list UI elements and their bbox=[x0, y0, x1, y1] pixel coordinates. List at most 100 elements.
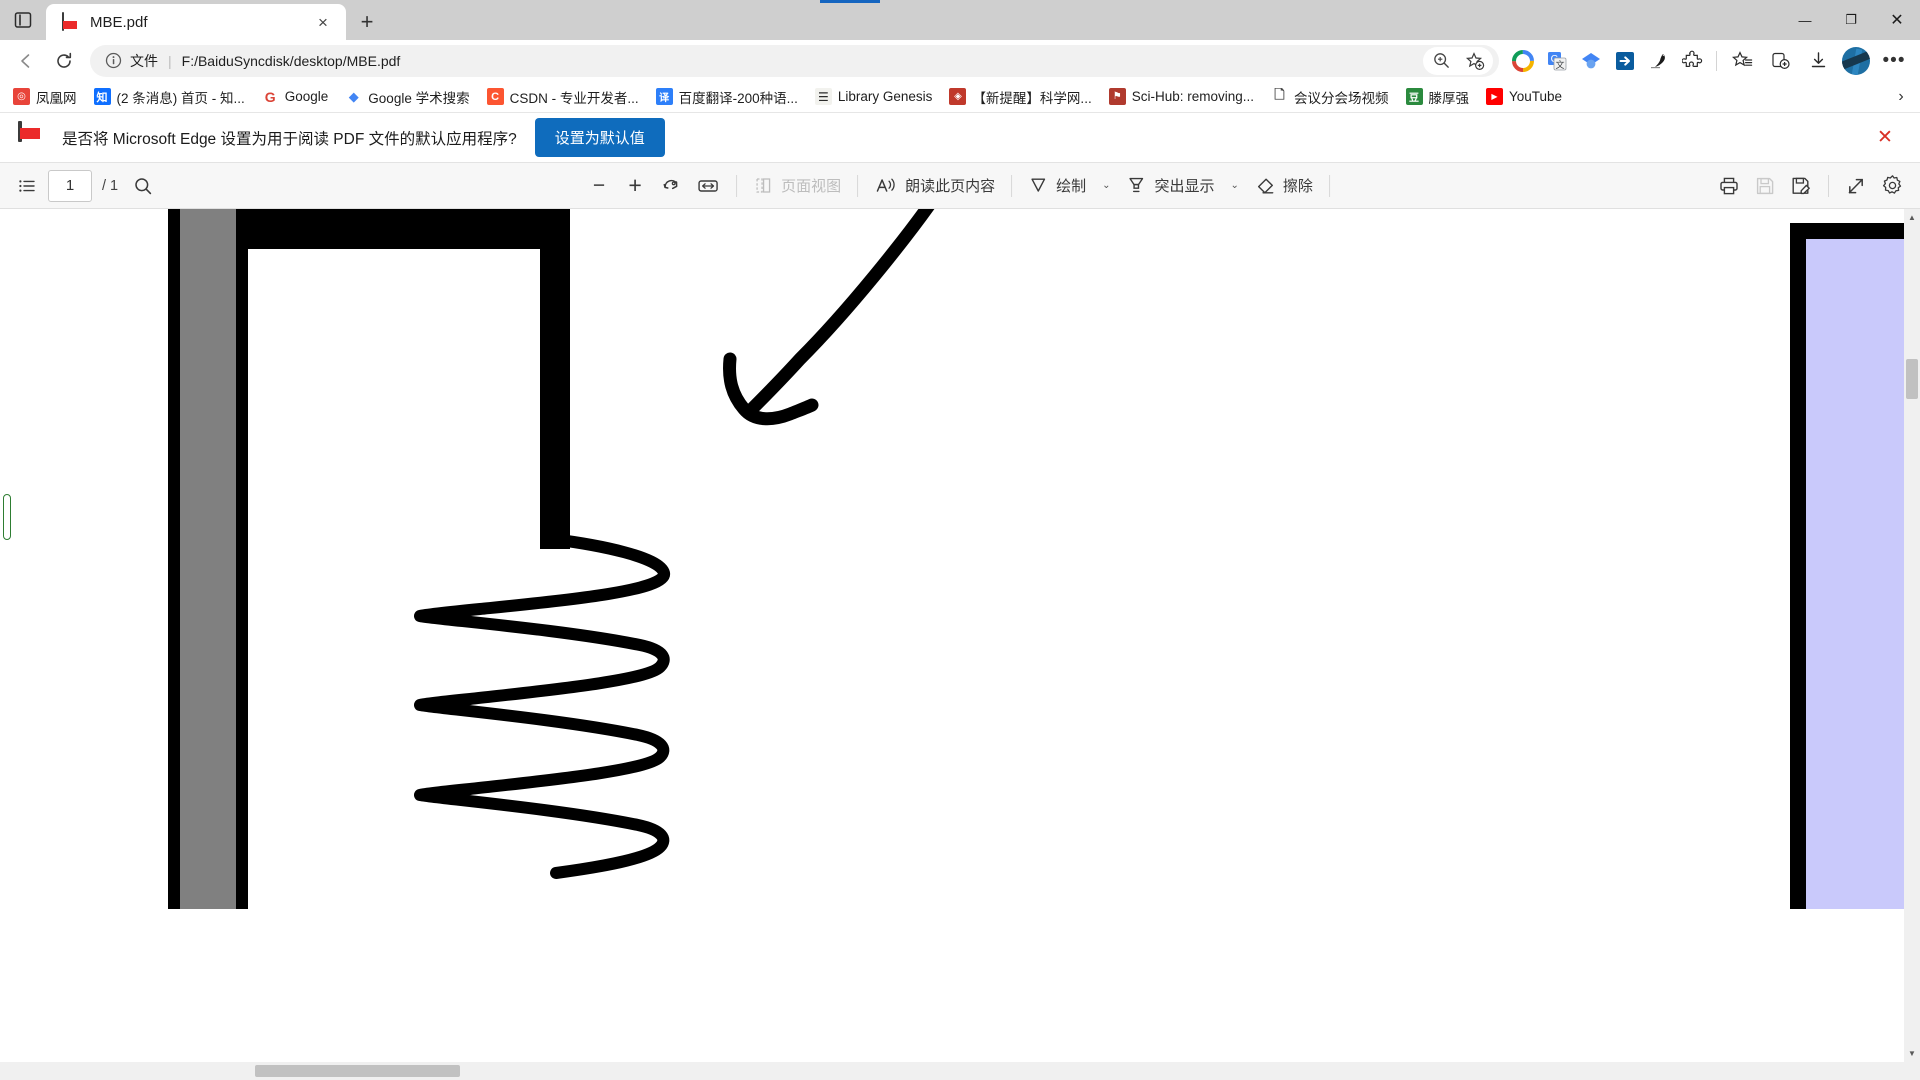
window-close-button[interactable]: ✕ bbox=[1874, 0, 1920, 40]
page-view-icon bbox=[756, 178, 771, 193]
tab-close-button[interactable]: × bbox=[310, 9, 336, 35]
scrollbar-corner bbox=[1904, 1062, 1920, 1080]
fullscreen-button[interactable] bbox=[1839, 169, 1873, 203]
set-as-default-button[interactable]: 设置为默认值 bbox=[534, 118, 665, 157]
bookmark-item[interactable]: ◆ Google 学术搜索 bbox=[338, 84, 476, 110]
scroll-down-arrow-icon[interactable]: ▼ bbox=[1904, 1045, 1920, 1062]
bookmark-item[interactable]: 译 百度翻译-200种语... bbox=[649, 84, 805, 110]
highlighter-icon bbox=[1129, 177, 1144, 193]
bookmark-item[interactable]: ⚑ Sci-Hub: removing... bbox=[1102, 85, 1261, 108]
save-as-button[interactable] bbox=[1784, 169, 1818, 203]
eraser-icon bbox=[1257, 178, 1274, 194]
page-number-input[interactable]: 1 bbox=[48, 169, 92, 202]
new-tab-button[interactable]: + bbox=[348, 4, 386, 40]
back-button[interactable] bbox=[8, 45, 44, 77]
bookmark-label: CSDN - 专业开发者... bbox=[509, 90, 639, 106]
color-wheel-extension-icon[interactable] bbox=[1507, 45, 1539, 77]
read-aloud-button[interactable]: 朗读此页内容 bbox=[868, 169, 1001, 203]
fit-to-width-button[interactable] bbox=[690, 169, 726, 203]
tab-actions-button[interactable] bbox=[0, 0, 46, 40]
browser-tab[interactable]: PDF MBE.pdf × bbox=[46, 4, 346, 40]
address-url-text[interactable]: F:/BaiduSyncdisk/desktop/MBE.pdf bbox=[182, 53, 1415, 69]
rotate-icon bbox=[663, 179, 678, 189]
toolbar-separator bbox=[1011, 174, 1013, 197]
zoom-in-button[interactable]: + bbox=[618, 169, 652, 203]
maximize-button[interactable]: ❐ bbox=[1828, 0, 1874, 40]
draw-button[interactable]: 绘制 bbox=[1022, 169, 1092, 203]
print-button[interactable] bbox=[1712, 169, 1746, 203]
page-view-button[interactable]: 页面视图 bbox=[747, 169, 847, 203]
pdf-page-canvas[interactable] bbox=[0, 209, 1904, 1062]
left-edge-scroll-marker[interactable] bbox=[3, 494, 11, 540]
bookmark-item[interactable]: ◎ 凤凰网 bbox=[6, 84, 84, 110]
add-collection-icon[interactable] bbox=[1762, 45, 1798, 77]
erase-label: 擦除 bbox=[1282, 178, 1313, 195]
douban-icon: 豆 bbox=[1405, 88, 1423, 105]
zoom-in-icon[interactable] bbox=[1425, 47, 1457, 75]
scroll-up-arrow-icon[interactable]: ▲ bbox=[1904, 209, 1920, 226]
block-right-bar bbox=[540, 209, 570, 549]
wall-right-edge bbox=[236, 209, 248, 909]
bookmark-item[interactable]: G Google bbox=[255, 85, 336, 108]
bookmark-item[interactable]: 知 (2 条消息) 首页 - 知... bbox=[87, 84, 252, 110]
login-arrow-extension-icon[interactable] bbox=[1609, 45, 1641, 77]
highlight-options-caret-icon[interactable]: ⌄ bbox=[1223, 180, 1247, 191]
table-of-contents-button[interactable] bbox=[10, 169, 44, 203]
bookmark-label: Google bbox=[284, 89, 329, 104]
address-scheme-label: 文件 bbox=[130, 52, 158, 69]
puzzle-extensions-icon[interactable] bbox=[1677, 45, 1709, 77]
erase-button[interactable]: 擦除 bbox=[1249, 169, 1319, 203]
rotate-button[interactable] bbox=[654, 169, 688, 203]
search-icon bbox=[135, 177, 152, 194]
bird-extension-icon[interactable] bbox=[1643, 45, 1675, 77]
save-button[interactable] bbox=[1748, 169, 1782, 203]
bookmark-item[interactable]: 🗋 会议分会场视频 bbox=[1264, 84, 1396, 110]
zoom-out-button[interactable]: − bbox=[582, 169, 616, 203]
bookmark-label: 百度翻译-200种语... bbox=[678, 90, 798, 106]
tab-title: MBE.pdf bbox=[90, 13, 148, 31]
google-scholar-extension-icon[interactable] bbox=[1575, 45, 1607, 77]
bookmarks-bar: ◎ 凤凰网 知 (2 条消息) 首页 - 知... G Google ◆ Goo… bbox=[0, 81, 1920, 113]
bookmark-label: 凤凰网 bbox=[36, 90, 77, 106]
bookmark-item[interactable]: ◈ 【新提醒】科学网... bbox=[942, 84, 1098, 110]
minimize-button[interactable]: — bbox=[1782, 0, 1828, 40]
wall-left-edge bbox=[168, 209, 180, 909]
google-translate-extension-icon[interactable]: G文 bbox=[1541, 45, 1573, 77]
viewer-horizontal-scrollbar[interactable] bbox=[0, 1062, 1904, 1080]
draw-options-caret-icon[interactable]: ⌄ bbox=[1094, 180, 1118, 191]
more-options-icon[interactable]: ••• bbox=[1876, 45, 1912, 77]
info-circle-icon[interactable] bbox=[104, 52, 122, 70]
wall-hatch-fill bbox=[178, 209, 238, 909]
notification-close-button[interactable]: ✕ bbox=[1868, 121, 1902, 155]
settings-button[interactable] bbox=[1875, 169, 1910, 203]
toolbar-separator bbox=[857, 174, 859, 197]
profile-avatar[interactable] bbox=[1842, 46, 1870, 75]
bookmark-item[interactable]: ☰ Library Genesis bbox=[808, 85, 940, 108]
favorites-list-icon[interactable] bbox=[1724, 45, 1760, 77]
toolbar-separator bbox=[1828, 174, 1829, 197]
tab-search-icon[interactable] bbox=[13, 10, 33, 30]
pdf-viewer-area[interactable]: ▲ ▼ bbox=[0, 209, 1920, 1080]
address-bar[interactable]: 文件 | F:/BaiduSyncdisk/desktop/MBE.pdf bbox=[90, 44, 1499, 77]
search-button[interactable] bbox=[126, 169, 160, 203]
highlight-button[interactable]: 突出显示 bbox=[1121, 169, 1221, 203]
download-icon[interactable] bbox=[1800, 45, 1836, 77]
youtube-icon: ▶ bbox=[1486, 88, 1503, 105]
bookmarks-overflow-button[interactable]: › bbox=[1888, 84, 1914, 110]
document-icon: 🗋 bbox=[1271, 88, 1288, 105]
google-icon: G bbox=[261, 88, 279, 105]
save-as-icon bbox=[1792, 177, 1810, 194]
add-favorite-star-icon[interactable] bbox=[1459, 47, 1491, 75]
viewer-vertical-scrollbar[interactable]: ▲ ▼ bbox=[1904, 209, 1920, 1062]
pdf-toolbar: 1 / 1 − + 页面视图 朗读此页内容 绘制 ⌄ 突出显示 ⌄ 擦除 bbox=[0, 163, 1920, 209]
reload-button[interactable] bbox=[46, 45, 82, 77]
tab-accent-stripe bbox=[820, 0, 880, 3]
bookmark-item[interactable]: 豆 滕厚强 bbox=[1399, 84, 1477, 110]
horizontal-scroll-thumb[interactable] bbox=[255, 1065, 460, 1077]
bookmark-item[interactable]: ▶ YouTube bbox=[1479, 85, 1569, 108]
fit-to-width-icon bbox=[698, 179, 718, 192]
read-aloud-icon bbox=[876, 178, 895, 192]
bookmark-item[interactable]: C CSDN - 专业开发者... bbox=[480, 84, 646, 110]
vertical-scroll-thumb[interactable] bbox=[1906, 359, 1918, 399]
pdf-favicon-icon: PDF bbox=[62, 12, 80, 31]
